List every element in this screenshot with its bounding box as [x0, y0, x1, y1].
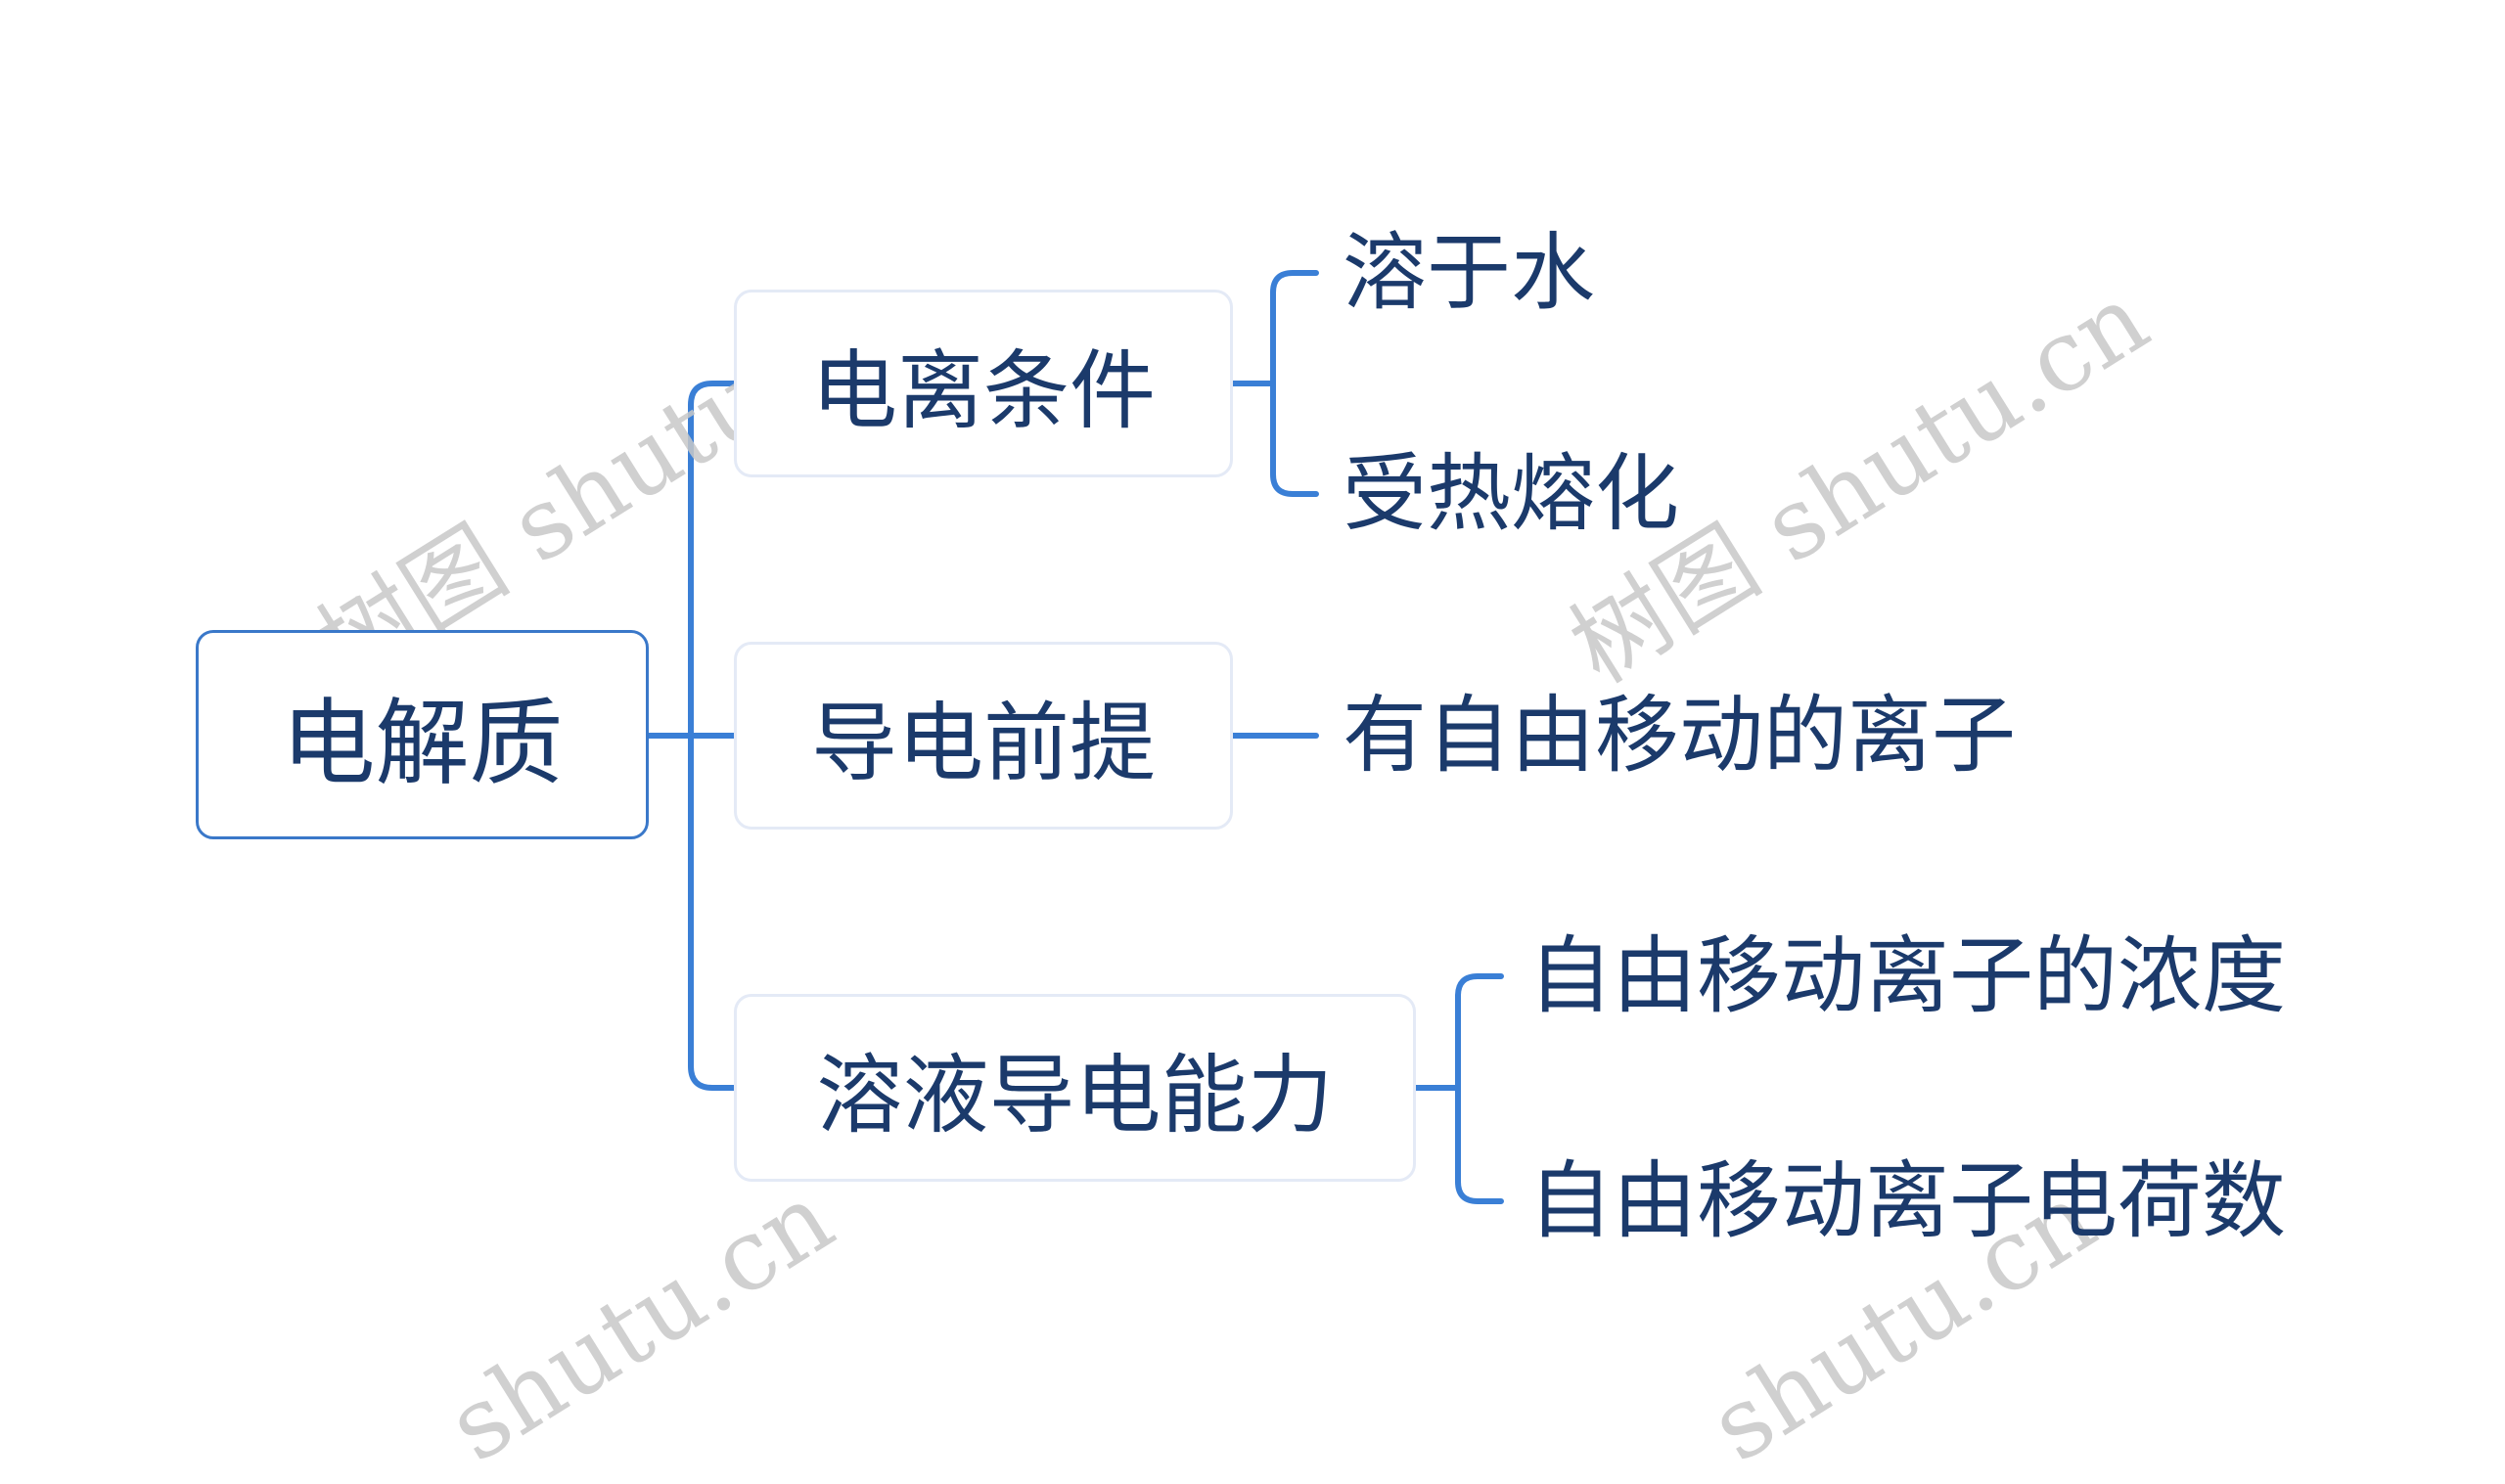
- branch1-bracket: [1270, 270, 1319, 497]
- branch-node-ionization-conditions[interactable]: 电离条件: [734, 290, 1233, 477]
- leaf-node[interactable]: 自由移动离子电荷数: [1528, 1159, 2286, 1243]
- leaf-node[interactable]: 受热熔化: [1343, 452, 1679, 536]
- branch-node-solution-conductivity[interactable]: 溶液导电能力: [734, 994, 1416, 1182]
- leaf-node[interactable]: 有自由移动的离子: [1343, 694, 2016, 778]
- leaf-node[interactable]: 溶于水: [1343, 231, 1595, 315]
- leaf-node[interactable]: 自由移动离子的浓度: [1528, 934, 2286, 1018]
- branch-label: 导电前提: [810, 692, 1156, 793]
- root-label: 电解质: [281, 688, 564, 798]
- branch3-bracket: [1455, 973, 1504, 1204]
- branch-label: 电离条件: [810, 339, 1156, 441]
- branch-label: 溶液导电能力: [816, 1044, 1334, 1146]
- root-node[interactable]: 电解质: [196, 630, 649, 839]
- branch-node-conduction-prerequisite[interactable]: 导电前提: [734, 642, 1233, 830]
